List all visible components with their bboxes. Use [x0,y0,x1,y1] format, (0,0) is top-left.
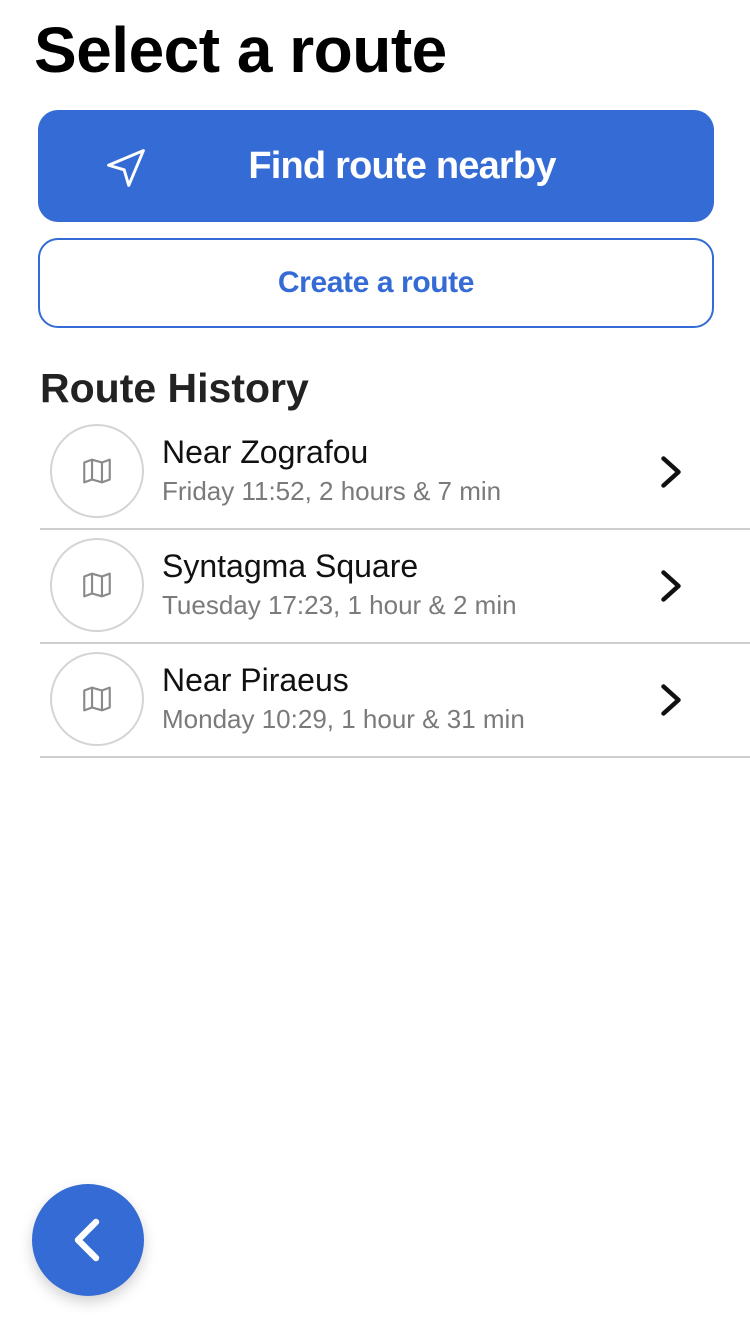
map-icon-badge [50,652,144,746]
route-details: Friday 11:52, 2 hours & 7 min [162,476,502,506]
route-history-heading: Route History [40,365,309,411]
route-history-item-syntagma-square[interactable]: Syntagma Square Tuesday 17:23, 1 hour & … [40,530,750,644]
back-button[interactable] [32,1184,144,1296]
map-icon [83,572,111,598]
route-title: Syntagma Square [162,548,419,584]
route-history-list: Near Zografou Friday 11:52, 2 hours & 7 … [40,416,750,758]
chevron-right-icon [661,684,681,716]
route-history-item-near-zografou[interactable]: Near Zografou Friday 11:52, 2 hours & 7 … [40,416,750,530]
route-title: Near Zografou [162,434,369,470]
chevron-left-icon [74,1218,100,1262]
create-route-button[interactable]: Create a route [38,238,714,328]
create-route-label: Create a route [277,266,475,299]
route-title: Near Piraeus [162,662,349,698]
find-route-nearby-label: Find route nearby [248,144,556,187]
navigation-arrow-icon [107,149,145,187]
route-history-item-near-piraeus[interactable]: Near Piraeus Monday 10:29, 1 hour & 31 m… [40,644,750,758]
chevron-right-icon [661,456,681,488]
route-details: Monday 10:29, 1 hour & 31 min [162,704,525,734]
route-details: Tuesday 17:23, 1 hour & 2 min [162,590,517,620]
map-icon [83,686,111,712]
map-icon [83,458,111,484]
chevron-right-icon [661,570,681,602]
map-icon-badge [50,424,144,518]
page-title: Select a route [34,14,447,86]
find-route-nearby-button[interactable]: Find route nearby [38,110,714,222]
map-icon-badge [50,538,144,632]
